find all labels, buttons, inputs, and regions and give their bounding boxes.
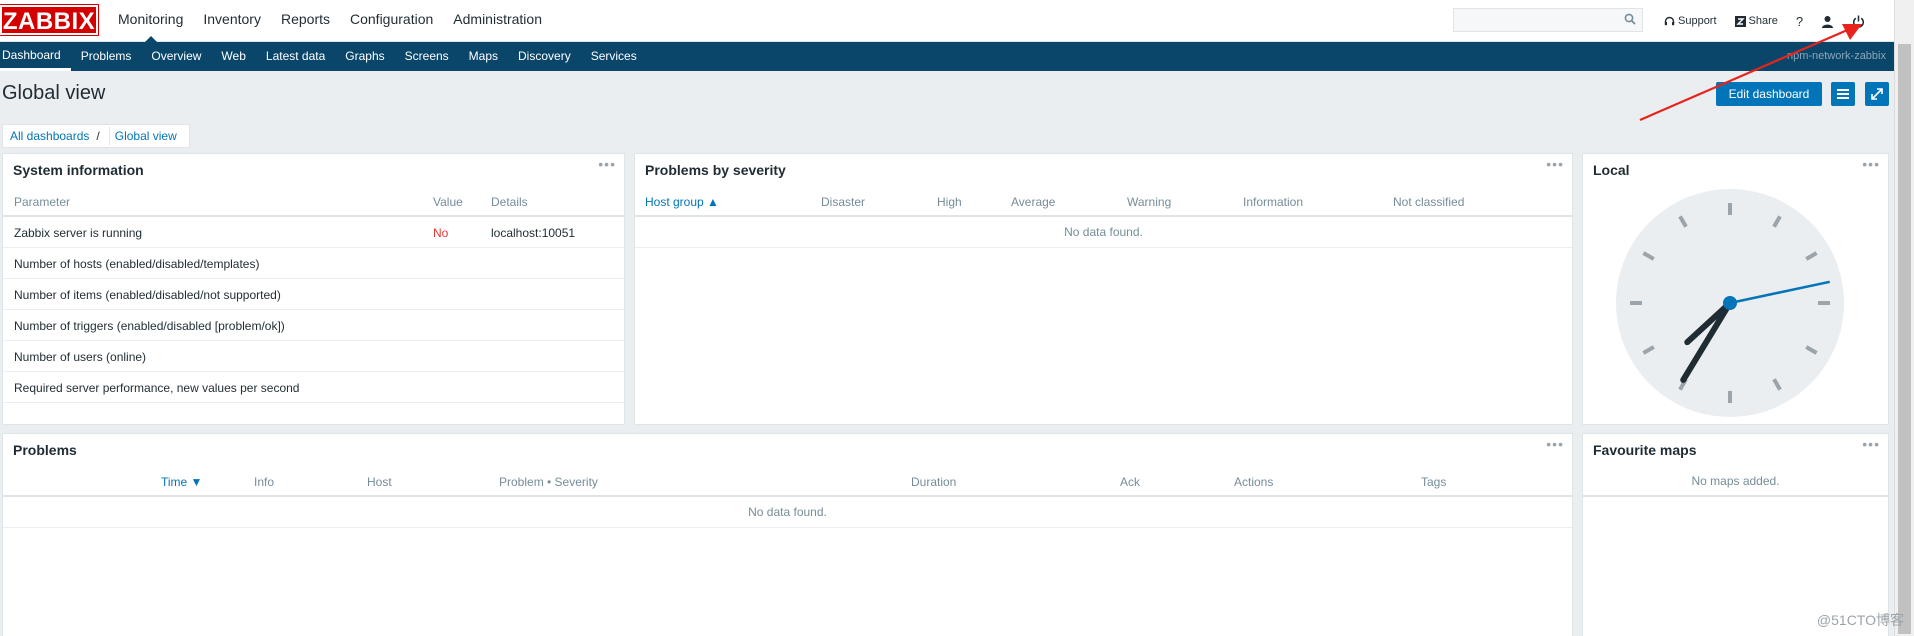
column-header: Details	[491, 195, 528, 209]
widget-title: System information	[13, 162, 144, 178]
column-header: Tags	[1421, 475, 1447, 489]
menu-configuration[interactable]: Configuration	[340, 0, 443, 42]
widget-menu-icon[interactable]: •••	[598, 156, 616, 172]
table-header: Host group ▲ Disaster High Average Warni…	[635, 186, 1572, 217]
widget-title: Favourite maps	[1593, 442, 1697, 458]
page-scrollbar[interactable]	[1894, 0, 1914, 636]
submenu-screens[interactable]: Screens	[395, 42, 459, 71]
column-header: Duration	[911, 475, 957, 489]
column-header: Actions	[1234, 475, 1274, 489]
search-input[interactable]	[1453, 8, 1643, 32]
column-header: Information	[1243, 195, 1304, 209]
table-header: Parameter Value Details	[3, 186, 624, 217]
menu-inventory[interactable]: Inventory	[193, 0, 271, 42]
submenu-graphs[interactable]: Graphs	[335, 42, 394, 71]
column-header: Not classified	[1393, 195, 1465, 209]
parameter-cell: Number of items (enabled/disabled/not su…	[14, 288, 281, 302]
submenu-maps[interactable]: Maps	[459, 42, 508, 71]
table-row: Number of items (enabled/disabled/not su…	[3, 279, 624, 310]
scrollbar-thumb[interactable]	[1898, 44, 1911, 634]
widget-menu-icon[interactable]: •••	[1546, 156, 1564, 172]
parameter-cell: Zabbix server is running	[14, 226, 143, 240]
top-bar: ZABBIX Monitoring Inventory Reports Conf…	[0, 0, 1914, 43]
column-header: Parameter	[14, 195, 71, 209]
breadcrumb-current[interactable]: Global view	[108, 127, 182, 145]
table-row: Number of hosts (enabled/disabled/templa…	[3, 248, 624, 279]
widget-title: Problems	[13, 442, 77, 458]
table-header: Time ▼ Info Host Problem • Severity Dura…	[3, 466, 1572, 497]
parameter-cell: Number of hosts (enabled/disabled/templa…	[14, 257, 260, 271]
submenu-latest-data[interactable]: Latest data	[256, 42, 335, 71]
watermark: @51CTO博客	[1816, 612, 1904, 628]
column-header: Average	[1011, 195, 1056, 209]
submenu-discovery[interactable]: Discovery	[508, 42, 581, 71]
column-header: Host	[367, 475, 392, 489]
details-cell: localhost:10051	[491, 226, 576, 240]
parameter-cell: Number of users (online)	[14, 350, 147, 364]
sub-menu-bar: Dashboard Problems Overview Web Latest d…	[0, 42, 1894, 71]
widget-menu-icon[interactable]: •••	[1546, 436, 1564, 452]
column-header: Disaster	[821, 195, 866, 209]
empty-message: No data found.	[635, 217, 1572, 248]
column-header: Info	[254, 475, 275, 489]
column-header: Ack	[1120, 475, 1141, 489]
submenu-overview[interactable]: Overview	[141, 42, 211, 71]
table-row: Number of users (online)	[3, 341, 624, 372]
widget-system-information: System information ••• Parameter Value D…	[2, 153, 625, 425]
widget-problems-by-severity: Problems by severity ••• Host group ▲ Di…	[634, 153, 1573, 425]
widget-menu-icon[interactable]: •••	[1862, 156, 1880, 172]
breadcrumb-separator: /	[96, 129, 100, 143]
submenu-web[interactable]: Web	[211, 42, 255, 71]
widget-title: Problems by severity	[645, 162, 786, 178]
table-row: Number of triggers (enabled/disabled [pr…	[3, 310, 624, 341]
widget-menu-icon[interactable]: •••	[1862, 436, 1880, 452]
analog-clock	[1616, 189, 1844, 417]
breadcrumb: All dashboards / Global view	[2, 124, 190, 148]
page-title: Global view	[2, 82, 106, 104]
clock-center	[1723, 296, 1737, 310]
empty-message: No data found.	[3, 497, 1572, 528]
menu-reports[interactable]: Reports	[271, 0, 340, 42]
empty-message: No maps added.	[1583, 466, 1888, 497]
table-row: Required server performance, new values …	[3, 372, 624, 403]
annotation-arrow	[1639, 24, 1862, 122]
column-header: High	[937, 195, 962, 209]
widget-problems: Problems ••• Time ▼ Info Host Problem • …	[2, 433, 1573, 636]
menu-administration[interactable]: Administration	[443, 0, 552, 42]
parameter-cell: Number of triggers (enabled/disabled [pr…	[14, 319, 285, 333]
main-menu: Monitoring Inventory Reports Configurati…	[108, 0, 552, 43]
submenu-services[interactable]: Services	[581, 42, 647, 71]
table-row: Zabbix server is running No localhost:10…	[3, 217, 624, 248]
column-header: Warning	[1127, 195, 1172, 209]
submenu-dashboard[interactable]: Dashboard	[0, 42, 71, 71]
widget-favourite-maps: Favourite maps ••• No maps added.	[1582, 433, 1889, 636]
parameter-cell: Required server performance, new values …	[14, 381, 300, 395]
breadcrumb-all-dashboards[interactable]: All dashboards	[10, 129, 89, 143]
menu-monitoring[interactable]: Monitoring	[108, 0, 193, 43]
column-header: Value	[433, 195, 463, 209]
value-cell: No	[433, 226, 449, 240]
widget-local-clock: Local •••	[1582, 153, 1889, 425]
sort-time[interactable]: Time ▼	[161, 475, 202, 489]
zabbix-logo[interactable]: ZABBIX	[0, 4, 99, 36]
submenu-problems[interactable]: Problems	[71, 42, 142, 71]
sort-host-group[interactable]: Host group ▲	[645, 195, 719, 209]
column-header: Problem • Severity	[499, 475, 598, 489]
widget-title: Local	[1593, 162, 1630, 178]
